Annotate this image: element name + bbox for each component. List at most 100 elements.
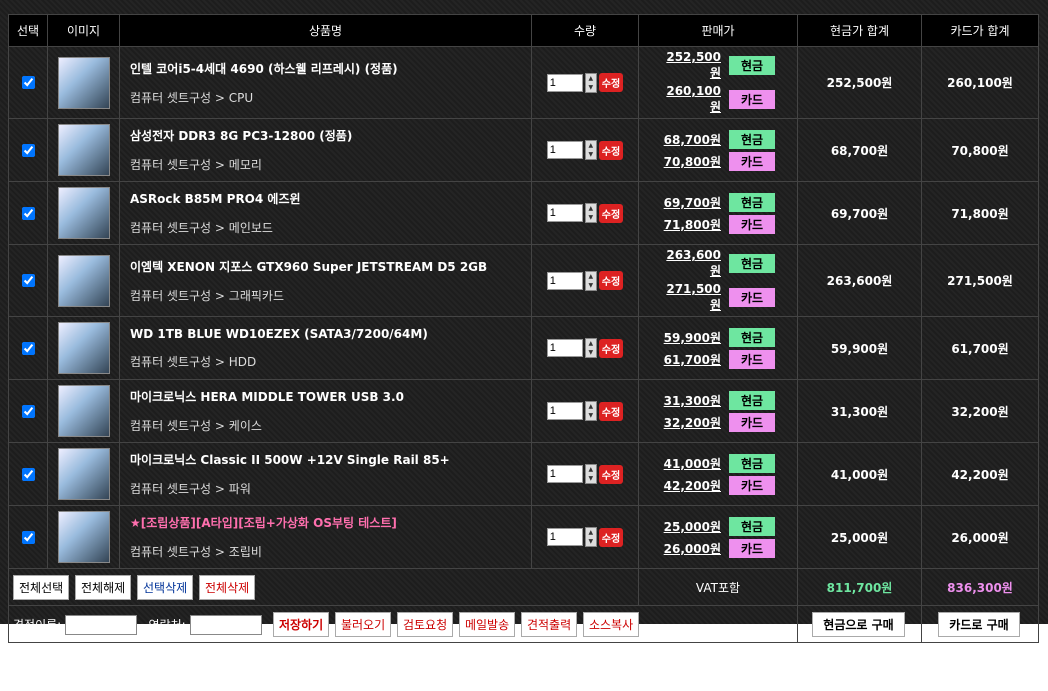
- product-image[interactable]: [57, 254, 110, 307]
- product-name[interactable]: ★[조립상품][A타입][조립+가상화 OS부팅 테스트]: [130, 514, 531, 531]
- quantity-stepper[interactable]: ▲ ▼: [584, 527, 597, 547]
- contact-input[interactable]: [189, 615, 262, 635]
- estimate-name-input[interactable]: [65, 615, 138, 635]
- quantity-stepper[interactable]: ▲ ▼: [584, 140, 597, 160]
- card-price[interactable]: 70,800원: [661, 153, 721, 170]
- quantity-input[interactable]: [546, 402, 583, 420]
- cash-sum: 59,900원: [797, 316, 922, 380]
- quantity-stepper[interactable]: ▲ ▼: [584, 401, 597, 421]
- card-tag: 카드: [729, 151, 775, 171]
- card-price[interactable]: 271,500원: [661, 282, 721, 313]
- card-sum: 42,200원: [921, 442, 1039, 506]
- product-image[interactable]: [57, 511, 110, 563]
- cash-price[interactable]: 41,000원: [661, 455, 721, 472]
- cash-price[interactable]: 59,900원: [661, 329, 721, 346]
- review-request-button[interactable]: 검토요청: [396, 611, 454, 637]
- product-name[interactable]: 삼성전자 DDR3 8G PC3-12800 (정품): [130, 127, 531, 144]
- cash-price[interactable]: 25,000원: [661, 518, 721, 535]
- card-price[interactable]: 71,800원: [661, 216, 721, 233]
- cash-price[interactable]: 263,600원: [661, 248, 721, 279]
- card-total: 836,300원: [921, 568, 1039, 606]
- select-checkbox[interactable]: [22, 467, 35, 481]
- card-price[interactable]: 260,100원: [661, 84, 721, 115]
- cash-tag: 현금: [729, 327, 775, 347]
- update-quantity-button[interactable]: 수정: [598, 140, 624, 160]
- card-tag: 카드: [729, 538, 775, 558]
- card-price[interactable]: 26,000원: [661, 540, 721, 557]
- save-button[interactable]: 저장하기: [272, 611, 330, 637]
- product-category: 컴퓨터 셋트구성 > CPU: [130, 90, 254, 105]
- update-quantity-button[interactable]: 수정: [598, 338, 624, 358]
- cash-price[interactable]: 252,500원: [661, 50, 721, 81]
- update-quantity-button[interactable]: 수정: [598, 401, 624, 421]
- delete-all-button[interactable]: 전체삭제: [199, 574, 256, 600]
- select-all-button[interactable]: 전체선택: [13, 574, 70, 600]
- quantity-stepper[interactable]: ▲ ▼: [584, 203, 597, 223]
- product-image[interactable]: [57, 385, 110, 437]
- product-image[interactable]: [57, 56, 110, 109]
- cash-price[interactable]: 31,300원: [661, 392, 721, 409]
- quantity-stepper[interactable]: ▲ ▼: [584, 270, 597, 291]
- cash-sum: 252,500원: [797, 46, 922, 119]
- quantity-input[interactable]: [546, 339, 583, 357]
- quantity-input[interactable]: [546, 465, 583, 483]
- deselect-all-button[interactable]: 전체해제: [75, 574, 132, 600]
- cash-price[interactable]: 68,700원: [661, 131, 721, 148]
- load-button[interactable]: 불러오기: [334, 611, 392, 637]
- quantity-stepper[interactable]: ▲ ▼: [584, 464, 597, 484]
- product-name[interactable]: 이엠텍 XENON 지포스 GTX960 Super JETSTREAM D5 …: [130, 258, 531, 275]
- card-price[interactable]: 61,700원: [661, 351, 721, 368]
- update-quantity-button[interactable]: 수정: [598, 203, 624, 223]
- update-quantity-button[interactable]: 수정: [598, 73, 624, 92]
- buy-card-button[interactable]: 카드로 구매: [938, 611, 1020, 637]
- product-image[interactable]: [57, 187, 110, 239]
- cash-total: 811,700원: [797, 568, 922, 606]
- product-name[interactable]: 마이크로닉스 Classic II 500W +12V Single Rail …: [130, 451, 531, 468]
- card-sum: 271,500원: [921, 244, 1039, 317]
- quantity-input[interactable]: [546, 204, 583, 222]
- product-image[interactable]: [57, 322, 110, 374]
- card-price[interactable]: 32,200원: [661, 414, 721, 431]
- cash-price[interactable]: 69,700원: [661, 194, 721, 211]
- card-sum: 70,800원: [921, 118, 1039, 182]
- select-checkbox[interactable]: [22, 530, 35, 544]
- buy-cash-button[interactable]: 현금으로 구매: [812, 611, 905, 637]
- quantity-stepper[interactable]: ▲ ▼: [584, 72, 597, 93]
- card-tag: 카드: [729, 475, 775, 495]
- quantity-input[interactable]: [546, 73, 583, 92]
- select-checkbox[interactable]: [22, 341, 35, 355]
- header-row: 선택 이미지 상품명 수량 판매가 현금가 합계 카드가 합계: [8, 14, 1039, 47]
- quantity-input[interactable]: [546, 141, 583, 159]
- action-row: 견적이름: 연락처: 저장하기 불러오기 검토요청 메일발송 견적출력 소스복사…: [8, 605, 1039, 643]
- col-select: 선택: [8, 14, 48, 47]
- quantity-input[interactable]: [546, 271, 583, 290]
- update-quantity-button[interactable]: 수정: [598, 271, 624, 290]
- cash-tag: 현금: [729, 254, 775, 273]
- copy-source-button[interactable]: 소스복사: [582, 611, 640, 637]
- product-category: 컴퓨터 셋트구성 > 조립비: [130, 545, 262, 559]
- send-mail-button[interactable]: 메일발송: [458, 611, 516, 637]
- print-estimate-button[interactable]: 견적출력: [520, 611, 578, 637]
- product-image[interactable]: [57, 448, 110, 500]
- quantity-stepper[interactable]: ▲ ▼: [584, 338, 597, 358]
- quantity-input[interactable]: [546, 528, 583, 546]
- cash-tag: 현금: [729, 192, 775, 212]
- select-checkbox[interactable]: [22, 274, 35, 287]
- card-tag: 카드: [729, 349, 775, 369]
- card-price[interactable]: 42,200원: [661, 477, 721, 494]
- product-name[interactable]: 인텔 코어i5-4세대 4690 (하스웰 리프레시) (정품): [130, 60, 531, 77]
- product-name[interactable]: ASRock B85M PRO4 에즈윈: [130, 190, 531, 207]
- update-quantity-button[interactable]: 수정: [598, 527, 624, 547]
- product-name[interactable]: WD 1TB BLUE WD10EZEX (SATA3/7200/64M): [130, 327, 531, 341]
- table-row: 인텔 코어i5-4세대 4690 (하스웰 리프레시) (정품) 컴퓨터 셋트구성…: [8, 46, 1039, 119]
- update-quantity-button[interactable]: 수정: [598, 464, 624, 484]
- select-checkbox[interactable]: [22, 143, 35, 157]
- product-category: 컴퓨터 셋트구성 > 케이스: [130, 419, 262, 433]
- product-image[interactable]: [57, 124, 110, 176]
- card-tag: 카드: [729, 90, 775, 109]
- product-name[interactable]: 마이크로닉스 HERA MIDDLE TOWER USB 3.0: [130, 388, 531, 405]
- delete-selected-button[interactable]: 선택삭제: [137, 574, 194, 600]
- select-checkbox[interactable]: [22, 206, 35, 220]
- select-checkbox[interactable]: [22, 76, 35, 89]
- select-checkbox[interactable]: [22, 404, 35, 418]
